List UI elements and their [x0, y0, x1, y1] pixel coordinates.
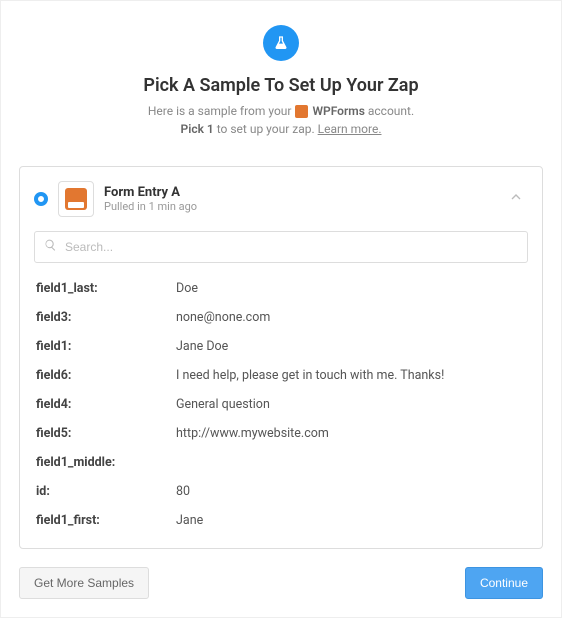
get-more-samples-button[interactable]: Get More Samples	[19, 567, 149, 599]
field-key: field1:	[36, 339, 176, 354]
field-value: I need help, please get in touch with me…	[176, 368, 526, 383]
sample-card: Form Entry A Pulled in 1 min ago field1_…	[19, 166, 543, 549]
field-value	[176, 455, 526, 470]
search-icon	[44, 239, 57, 256]
sample-subtitle: Pulled in 1 min ago	[104, 200, 494, 213]
search-input[interactable]	[34, 231, 528, 263]
flask-icon	[263, 25, 299, 61]
footer: Get More Samples Continue	[19, 567, 543, 599]
field-key: field5:	[36, 426, 176, 441]
search-wrap	[34, 231, 528, 263]
learn-more-link[interactable]: Learn more.	[318, 122, 382, 136]
field-value: General question	[176, 397, 526, 412]
field-key: field6:	[36, 368, 176, 383]
wpforms-icon	[295, 105, 308, 118]
fields-grid: field1_last: Doe field3: none@none.com f…	[34, 277, 528, 534]
field-key: field3:	[36, 310, 176, 325]
field-value: 80	[176, 484, 526, 499]
sample-title: Form Entry A Pulled in 1 min ago	[104, 185, 494, 213]
sample-name: Form Entry A	[104, 185, 494, 200]
field-key: id:	[36, 484, 176, 499]
field-key: field1_middle:	[36, 455, 176, 470]
sample-header[interactable]: Form Entry A Pulled in 1 min ago	[34, 181, 528, 217]
field-value: Jane Doe	[176, 339, 526, 354]
radio-selected-icon[interactable]	[34, 192, 48, 206]
field-value: Doe	[176, 281, 526, 296]
header-subtitle: Here is a sample from your WPForms accou…	[19, 102, 543, 138]
continue-button[interactable]: Continue	[465, 567, 543, 599]
chevron-up-icon[interactable]	[504, 185, 528, 213]
wpforms-app-icon	[58, 181, 94, 217]
field-value: http://www.mywebsite.com	[176, 426, 526, 441]
field-key: field4:	[36, 397, 176, 412]
field-value: none@none.com	[176, 310, 526, 325]
page-title: Pick A Sample To Set Up Your Zap	[19, 75, 543, 96]
field-key: field1_first:	[36, 513, 176, 528]
header: Pick A Sample To Set Up Your Zap Here is…	[19, 25, 543, 138]
field-key: field1_last:	[36, 281, 176, 296]
field-value: Jane	[176, 513, 526, 528]
page-container: Pick A Sample To Set Up Your Zap Here is…	[0, 0, 562, 618]
